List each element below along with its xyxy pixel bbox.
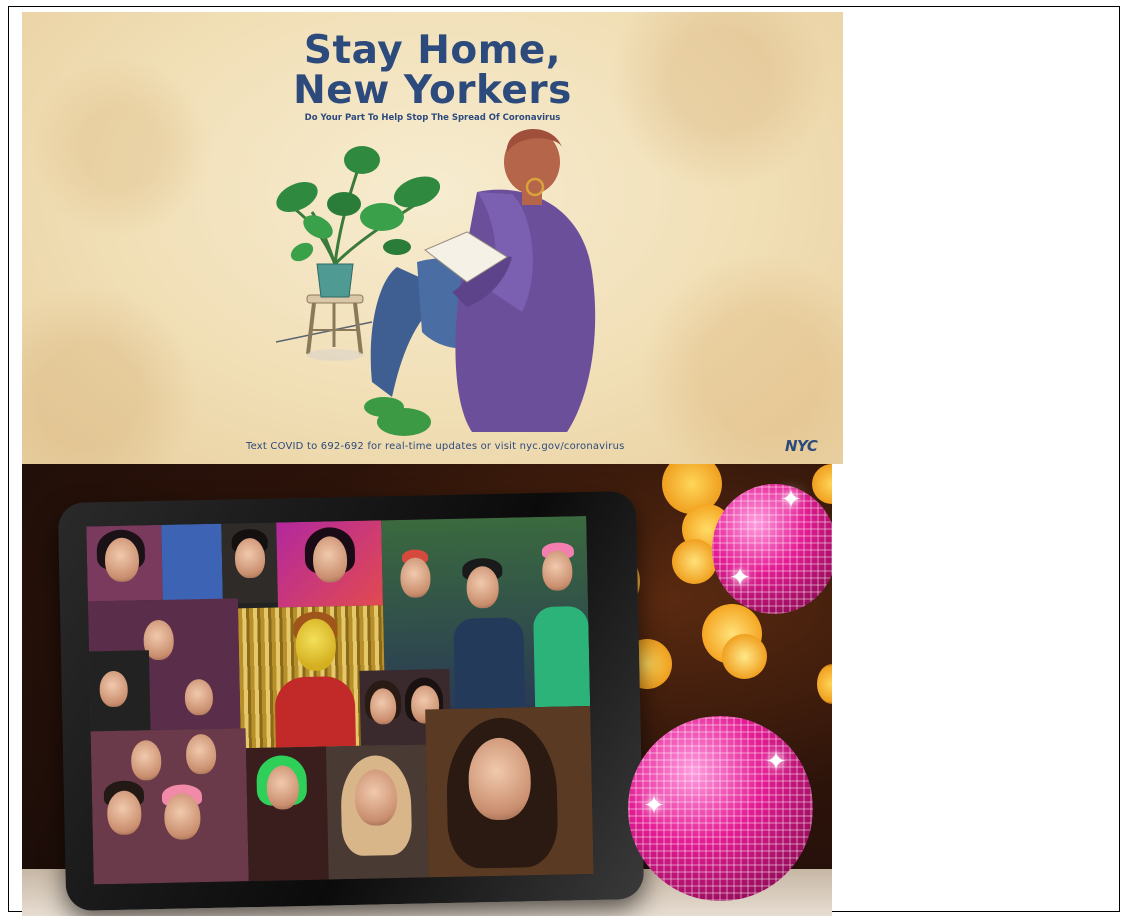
nyc-logo: NYC [785,437,818,455]
reading-person-icon [364,128,596,436]
video-tile [245,746,329,882]
stool-icon [306,294,364,361]
poster-footer-text: Text COVID to 692-692 for real-time upda… [246,441,625,452]
disco-ball-icon [712,484,832,614]
bokeh-light [722,634,767,679]
tablet-icon [57,490,645,912]
video-tile [325,744,429,880]
virtual-party-photo: ✦ ✦ ✦ ✦ [22,464,832,916]
stay-home-poster: Stay Home, New Yorkers Do Your Part To H… [22,12,843,464]
reading-woman-illustration [275,128,596,436]
video-tile [86,524,163,602]
bokeh-light [817,664,832,704]
video-tile [221,522,278,604]
sparkle-icon: ✦ [780,485,802,515]
video-tile [425,705,594,878]
video-tile [161,523,223,605]
video-tile [87,598,241,732]
sparkle-icon: ✦ [765,747,787,777]
video-call-screen [86,516,594,885]
sparkle-icon: ✦ [729,563,751,593]
bokeh-light [672,539,717,584]
bokeh-light [812,464,832,504]
sparkle-icon: ✦ [643,791,665,821]
video-tile [276,520,384,608]
video-tile [90,728,249,885]
